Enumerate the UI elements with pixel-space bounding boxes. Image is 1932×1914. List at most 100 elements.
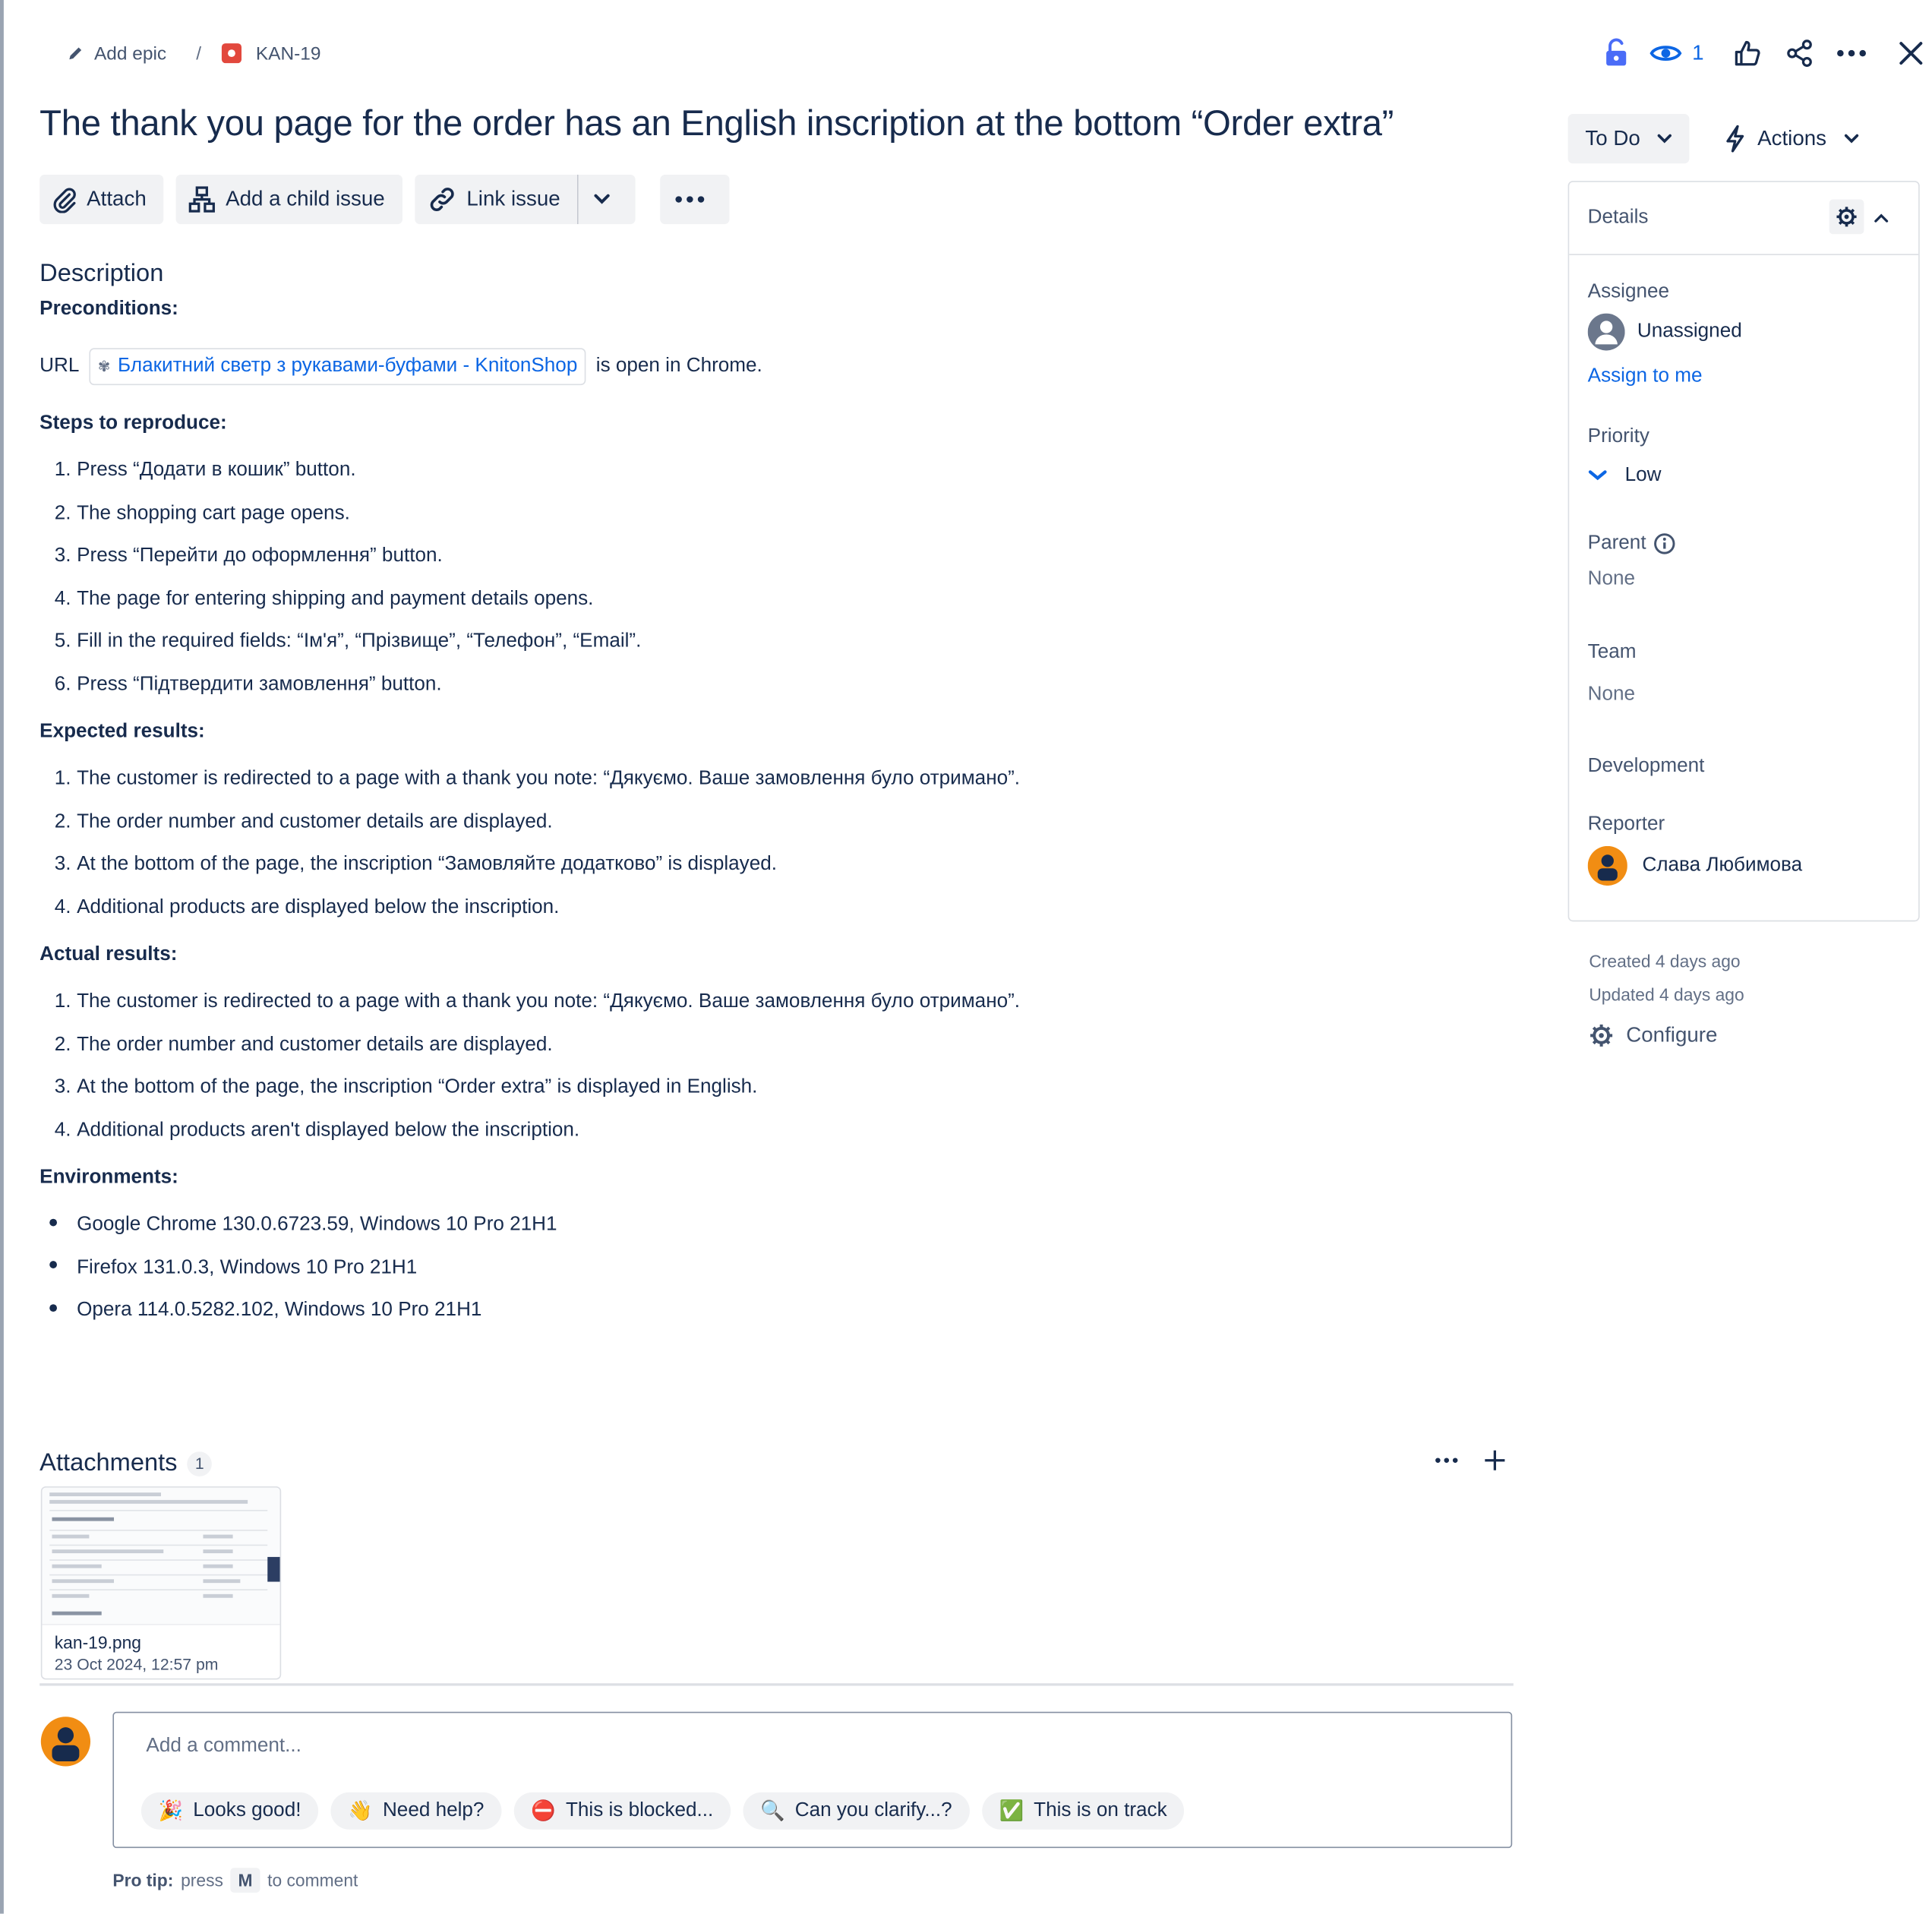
attachments-header: Attachments 1 (39, 1449, 213, 1478)
breadcrumb: Add epic / KAN-19 (67, 37, 321, 69)
add-epic-link[interactable]: Add epic (94, 43, 166, 64)
list-item: 4. Additional products aren't displayed b… (54, 1119, 580, 1141)
actual-heading: Actual results: (39, 943, 178, 965)
add-child-issue-button[interactable]: Add a child issue (175, 174, 402, 225)
avatar (1587, 313, 1625, 351)
link-icon (427, 185, 466, 214)
description[interactable]: Description Preconditions: URL ✾ Блакитн… (39, 260, 1514, 1331)
list-item: 4. The page for entering shipping and pay… (54, 587, 594, 609)
list-item: 1. Press “Додати в кошик” button. (54, 460, 356, 481)
window-edge (0, 0, 4, 1914)
issue-title[interactable]: The thank you page for the order has an … (39, 104, 1394, 145)
lock-icon[interactable] (1595, 32, 1637, 74)
list-item: 6. Press “Підтвердити замовлення” button. (54, 673, 442, 695)
quick-reply-need-help[interactable]: 👋 Need help? (330, 1792, 502, 1830)
site-favicon-icon: ✾ (97, 358, 111, 376)
expected-heading: Expected results: (39, 721, 205, 742)
attachments-count-badge: 1 (187, 1451, 213, 1477)
list-item: Google Chrome 130.0.6723.59, Windows 10 … (39, 1204, 1514, 1246)
quick-reply-blocked[interactable]: ⛔ This is blocked... (513, 1792, 731, 1830)
list-item: 5. Fill in the required fields: “Ім'я”, “… (54, 630, 642, 652)
quick-replies: 🎉 Looks good! 👋 Need help? ⛔ This is blocke… (140, 1792, 1185, 1830)
gear-icon (1589, 1023, 1614, 1048)
created-date: Created 4 days ago (1589, 951, 1741, 971)
parent-label: Parent (1587, 532, 1646, 554)
configure-button[interactable]: Configure (1589, 1023, 1717, 1048)
steps-heading: Steps to reproduce: (39, 412, 227, 434)
chevron-up-icon[interactable] (1874, 207, 1889, 229)
list-item: 3. At the bottom of the page, the inscrip… (54, 1076, 758, 1098)
priority-value: Low (1624, 464, 1662, 486)
eye-icon (1649, 42, 1682, 64)
more-icon[interactable] (1830, 32, 1872, 74)
team-value[interactable]: None (1588, 684, 1635, 706)
reporter-value: Слава Любимова (1642, 854, 1803, 876)
attach-button[interactable]: Attach (39, 174, 164, 225)
actual-list: 1. The customer is redirected to a page w… (39, 981, 1514, 1152)
pro-tip-suffix: to comment (267, 1870, 358, 1890)
parent-label-row: Parent (1588, 532, 1676, 554)
smart-link-chip[interactable]: ✾ Блакитний светр з рукавами-буфами - Kn… (89, 348, 586, 386)
parent-value[interactable]: None (1588, 569, 1635, 591)
reporter-label: Reporter (1587, 813, 1665, 835)
issue-header-actions: 1 (1585, 32, 1932, 74)
gear-icon[interactable] (1829, 199, 1864, 235)
lightning-icon (1725, 125, 1745, 153)
pro-tip-key: M (230, 1868, 260, 1893)
watch-button[interactable]: 1 (1647, 32, 1706, 74)
attachments-actions (1434, 1449, 1506, 1471)
reporter-field[interactable]: Слава Любимова (1587, 845, 1803, 886)
pro-tip-press: press (181, 1870, 223, 1890)
add-child-label: Add a child issue (226, 187, 385, 211)
list-item: 2. The order number and customer details … (54, 1033, 553, 1055)
updated-date: Updated 4 days ago (1589, 984, 1744, 1005)
more-icon[interactable] (1434, 1457, 1459, 1464)
issue-key-link[interactable]: KAN-19 (256, 43, 321, 64)
avatar (40, 1717, 91, 1767)
development-label: Development (1587, 755, 1705, 777)
issue-toolbar: Attach Add a child issue Link issue (39, 174, 731, 225)
assignee-label: Assignee (1587, 281, 1670, 302)
attachments-heading: Attachments (39, 1449, 178, 1477)
list-item: Opera 114.0.5282.102, Windows 10 Pro 21H… (39, 1290, 1514, 1332)
description-heading: Description (39, 260, 164, 288)
assignee-field[interactable]: Unassigned (1587, 313, 1742, 351)
thumbs-up-icon[interactable] (1726, 32, 1768, 74)
info-icon[interactable] (1653, 532, 1675, 554)
quick-reply-on-track[interactable]: ✅ This is on track (981, 1792, 1185, 1830)
hierarchy-icon (188, 186, 226, 213)
list-item: 2. The order number and customer details … (54, 810, 553, 832)
share-icon[interactable] (1779, 32, 1820, 74)
url-prefix: URL (39, 355, 80, 377)
close-icon[interactable] (1890, 32, 1932, 74)
status-dropdown[interactable]: To Do (1567, 114, 1690, 164)
quick-reply-clarify[interactable]: 🔍 Can you clarify...? (743, 1792, 970, 1830)
priority-label: Priority (1587, 425, 1649, 447)
link-issue-button[interactable]: Link issue (414, 174, 578, 225)
link-issue-dropdown[interactable] (577, 174, 636, 225)
party-icon: 🎉 (158, 1801, 184, 1822)
environments-heading: Environments: (39, 1167, 178, 1188)
actions-button[interactable]: Actions (1725, 114, 1859, 163)
link-issue-split-button: Link issue (414, 174, 636, 225)
assign-to-me-link[interactable]: Assign to me (1588, 365, 1703, 387)
details-header[interactable]: Details (1569, 182, 1919, 255)
no-entry-icon: ⛔ (531, 1801, 556, 1822)
precondition-url-row: URL ✾ Блакитний светр з рукавами-буфами … (39, 348, 1514, 386)
pro-tip: Pro tip: press M to comment (112, 1868, 358, 1893)
watch-count: 1 (1692, 40, 1704, 65)
more-actions-button[interactable] (660, 174, 731, 225)
expected-list: 1. The customer is redirected to a page w… (39, 758, 1514, 929)
smart-link-title: Блакитний светр з рукавами-буфами - Knit… (118, 355, 578, 377)
configure-label: Configure (1626, 1023, 1718, 1047)
plus-icon[interactable] (1484, 1449, 1506, 1471)
attachment-date: 23 Oct 2024, 12:57 pm (54, 1654, 219, 1674)
comment-editor[interactable]: Add a comment... 🎉 Looks good! 👋 Need help… (112, 1711, 1513, 1849)
quick-reply-looks-good[interactable]: 🎉 Looks good! (140, 1792, 319, 1830)
environments-list: Google Chrome 130.0.6723.59, Windows 10 … (39, 1204, 1514, 1332)
attachment-card[interactable]: kan-19.png 23 Oct 2024, 12:57 pm (40, 1486, 282, 1680)
assignee-value: Unassigned (1637, 321, 1742, 343)
preconditions-heading: Preconditions: (39, 298, 178, 320)
priority-field[interactable]: Low (1588, 464, 1662, 487)
breadcrumb-separator: / (196, 43, 202, 64)
